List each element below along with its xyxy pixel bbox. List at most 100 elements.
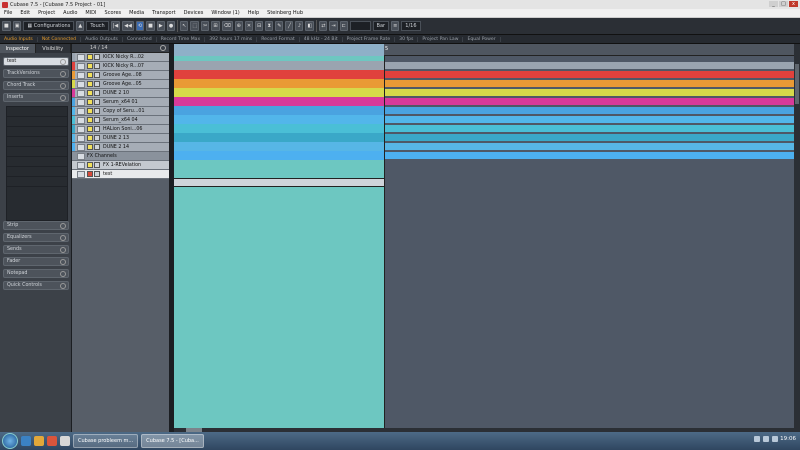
midi-part[interactable] xyxy=(174,115,384,124)
section-toggle-icon[interactable] xyxy=(60,283,66,289)
inspector-section-chord-track[interactable]: Chord Track xyxy=(3,81,69,90)
mute-button[interactable] xyxy=(87,108,93,114)
midi-part[interactable] xyxy=(174,142,384,151)
track-lane[interactable] xyxy=(174,79,794,88)
solo-button[interactable] xyxy=(94,171,100,177)
insert-slot[interactable] xyxy=(7,177,67,187)
quantize-preset-select[interactable]: 1/16 xyxy=(401,21,421,31)
menu-project[interactable]: Project xyxy=(34,10,59,16)
solo-button[interactable] xyxy=(94,117,100,123)
track-lane[interactable] xyxy=(174,160,794,169)
mute-tool-icon[interactable]: ✕ xyxy=(244,21,254,31)
search-icon[interactable] xyxy=(160,45,166,51)
midi-part[interactable] xyxy=(174,151,384,160)
track-lane[interactable] xyxy=(174,124,794,133)
word-icon[interactable] xyxy=(60,436,70,446)
midi-part[interactable] xyxy=(174,70,384,79)
track-row[interactable]: KICK Nicky R...02 xyxy=(72,53,170,62)
solo-button[interactable] xyxy=(94,144,100,150)
time-warp-tool-icon[interactable]: ⧗ xyxy=(265,21,274,31)
solo-button[interactable] xyxy=(94,135,100,141)
track-row[interactable]: test xyxy=(72,170,170,179)
menu-help[interactable]: Help xyxy=(244,10,263,16)
solo-button[interactable] xyxy=(94,63,100,69)
menu-steinberg-hub[interactable]: Steinberg Hub xyxy=(263,10,307,16)
insert-slot[interactable] xyxy=(7,127,67,137)
midi-part[interactable] xyxy=(385,143,794,150)
insert-slot[interactable] xyxy=(7,147,67,157)
flag-icon[interactable] xyxy=(772,436,778,442)
play-button[interactable]: ▶ xyxy=(156,21,165,31)
menu-audio[interactable]: Audio xyxy=(59,10,81,16)
inspector-section-equalizers[interactable]: Equalizers xyxy=(3,233,69,242)
grid-type-select[interactable]: Bar xyxy=(372,21,390,31)
track-row[interactable]: Serum_x64 01 xyxy=(72,98,170,107)
solo-button[interactable] xyxy=(94,72,100,78)
menu-transport[interactable]: Transport xyxy=(148,10,179,16)
track-lane[interactable] xyxy=(174,70,794,79)
midi-part[interactable] xyxy=(174,97,384,106)
track-lane[interactable] xyxy=(174,106,794,115)
track-lane[interactable] xyxy=(174,133,794,142)
midi-part[interactable] xyxy=(174,124,384,133)
timeline-ruler[interactable]: 5 xyxy=(174,44,794,56)
mute-button[interactable] xyxy=(87,126,93,132)
glue-tool-icon[interactable]: ⊞ xyxy=(211,21,220,31)
activate-project-button[interactable]: ■ xyxy=(2,21,11,31)
clock[interactable]: 19:06 xyxy=(780,436,796,442)
solo-button[interactable] xyxy=(94,54,100,60)
mute-button[interactable] xyxy=(87,162,93,168)
quantize-on-icon[interactable]: ≡ xyxy=(391,21,400,31)
midi-part[interactable] xyxy=(174,106,384,115)
section-toggle-icon[interactable] xyxy=(60,223,66,229)
range-tool-icon[interactable]: ⬚ xyxy=(190,21,200,31)
draw-tool-icon[interactable]: ✎ xyxy=(275,21,284,31)
solo-button[interactable] xyxy=(94,81,100,87)
cycle-range-marker[interactable] xyxy=(174,44,384,56)
midi-part[interactable] xyxy=(385,71,794,78)
track-lane[interactable] xyxy=(174,169,794,178)
midi-part[interactable] xyxy=(174,88,384,97)
track-row[interactable]: Serum_x64 04 xyxy=(72,116,170,125)
inspector-section-notepad[interactable]: Notepad xyxy=(3,269,69,278)
mute-button[interactable] xyxy=(87,81,93,87)
menu-window[interactable]: Window (1) xyxy=(207,10,243,16)
inspector-section-trackversions[interactable]: TrackVersions xyxy=(3,69,69,78)
track-lane[interactable] xyxy=(174,115,794,124)
track-lane[interactable] xyxy=(174,142,794,151)
event-display[interactable] xyxy=(174,56,794,428)
volume-icon[interactable] xyxy=(763,436,769,442)
play-tool-icon[interactable]: ♪ xyxy=(295,21,304,31)
snap-on-off-button[interactable]: ⊏ xyxy=(339,21,348,31)
midi-part[interactable] xyxy=(385,116,794,123)
solo-button[interactable] xyxy=(94,126,100,132)
inspector-track-name[interactable]: test xyxy=(3,57,69,66)
close-button[interactable]: x xyxy=(789,1,798,7)
inspector-section-quick-controls[interactable]: Quick Controls xyxy=(3,281,69,290)
inspector-section-strip[interactable]: Strip xyxy=(3,221,69,230)
lock-icon[interactable]: ▲ xyxy=(76,21,85,31)
midi-part[interactable] xyxy=(385,89,794,96)
tab-inspector[interactable]: Inspector xyxy=(0,44,36,53)
track-row[interactable]: FX 1-REVelation xyxy=(72,161,170,170)
section-toggle-icon[interactable] xyxy=(60,247,66,253)
record-button[interactable]: ● xyxy=(166,21,176,31)
tab-visibility[interactable]: Visibility xyxy=(36,44,71,53)
midi-part[interactable] xyxy=(174,61,384,70)
track-lane[interactable] xyxy=(174,151,794,160)
edit-channel-icon[interactable] xyxy=(60,59,66,65)
track-row[interactable]: FX Channels xyxy=(72,152,170,161)
mute-button[interactable] xyxy=(87,117,93,123)
rewind-button[interactable]: ◀◀ xyxy=(122,21,134,31)
section-toggle-icon[interactable] xyxy=(60,83,66,89)
zoom-tool-icon[interactable]: ⊕ xyxy=(234,21,243,31)
selected-track-lane[interactable] xyxy=(174,178,384,187)
explorer-icon[interactable] xyxy=(34,436,44,446)
split-tool-icon[interactable]: ✂ xyxy=(201,21,210,31)
suspend-scroll-button[interactable]: ⇥ xyxy=(329,21,338,31)
section-toggle-icon[interactable] xyxy=(60,235,66,241)
insert-slot[interactable] xyxy=(7,157,67,167)
track-row[interactable]: Copy of Seru...01 xyxy=(72,107,170,116)
mute-button[interactable] xyxy=(87,72,93,78)
section-toggle-icon[interactable] xyxy=(60,71,66,77)
